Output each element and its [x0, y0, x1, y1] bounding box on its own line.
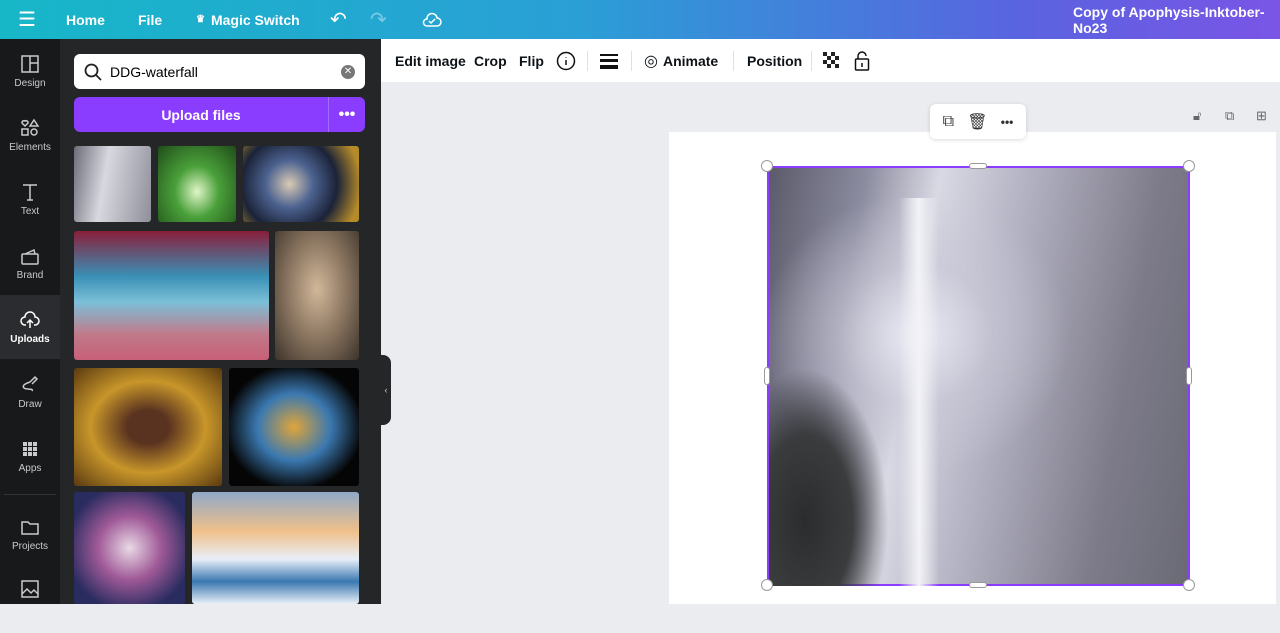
- page-duplicate-icon[interactable]: ⧉: [1225, 108, 1234, 124]
- rail-label: Design: [14, 77, 46, 89]
- folder-icon: [21, 520, 39, 535]
- resize-handle-top-right[interactable]: [1183, 160, 1195, 172]
- thumbnail-fractal-waves[interactable]: [229, 368, 359, 486]
- rail-uploads[interactable]: Uploads: [0, 295, 60, 359]
- rail-label: Text: [20, 205, 40, 217]
- search-box: ✕: [74, 54, 365, 89]
- rail-photos[interactable]: [0, 569, 60, 633]
- border-style-icon[interactable]: [600, 39, 618, 82]
- document-title[interactable]: Copy of Apophysis-Inktober-No23: [1073, 0, 1280, 39]
- flip-button[interactable]: Flip: [519, 39, 544, 82]
- more-options-button[interactable]: •••: [1001, 115, 1014, 129]
- resize-handle-bottom-right[interactable]: [1183, 579, 1195, 591]
- thumbnail-forest-waterfall[interactable]: [158, 146, 236, 222]
- rail-design[interactable]: Design: [0, 39, 60, 103]
- magic-switch-button[interactable]: ♛ Magic Switch: [196, 0, 300, 39]
- lock-icon[interactable]: [854, 39, 870, 82]
- trash-icon[interactable]: 🗑︎: [967, 112, 987, 132]
- text-icon: [23, 183, 37, 201]
- resize-handle-right[interactable]: [1186, 367, 1192, 385]
- shapes-icon: [21, 118, 40, 136]
- duplicate-icon[interactable]: ⧉: [943, 113, 954, 131]
- toolbar-divider: [631, 51, 632, 71]
- rail-apps[interactable]: Apps: [0, 424, 60, 488]
- crown-icon: ♛: [196, 14, 205, 25]
- top-bar: ☰ Home File ♛ Magic Switch ↶ ↷ Copy of Ap…: [0, 0, 1280, 39]
- upload-files-button[interactable]: Upload files •••: [74, 97, 365, 132]
- resize-handle-bottom[interactable]: [969, 582, 987, 588]
- resize-handle-left[interactable]: [764, 367, 770, 385]
- floating-element-menu: ⧉ 🗑︎ •••: [930, 104, 1026, 139]
- toolbar-divider: [811, 51, 812, 71]
- upload-files-label: Upload files: [74, 97, 329, 132]
- home-button[interactable]: Home: [66, 0, 105, 39]
- thumbnail-winter-river[interactable]: [192, 492, 359, 604]
- rail-label: Uploads: [10, 333, 50, 345]
- transparency-icon[interactable]: [823, 39, 841, 82]
- selected-waterfall-image[interactable]: [767, 166, 1190, 586]
- rail-label: Apps: [18, 462, 42, 474]
- toolbar-divider: [733, 51, 734, 71]
- side-rail: Design Elements Text Brand Uploads Draw …: [0, 39, 60, 604]
- rail-text[interactable]: Text: [0, 167, 60, 231]
- layout-icon: [21, 54, 39, 73]
- search-input[interactable]: [110, 63, 341, 80]
- search-icon: [84, 63, 102, 81]
- resize-handle-top[interactable]: [969, 163, 987, 169]
- redo-icon[interactable]: ↷: [370, 0, 387, 39]
- thumbnail-face-gold[interactable]: [243, 146, 359, 222]
- position-button[interactable]: Position: [747, 39, 802, 82]
- upload-more-button[interactable]: •••: [329, 97, 365, 132]
- info-icon[interactable]: [556, 39, 576, 82]
- edit-image-button[interactable]: Edit image: [395, 39, 466, 82]
- magic-switch-label: Magic Switch: [210, 11, 300, 28]
- thumbnail-golden-man[interactable]: [74, 368, 222, 486]
- image-icon: [21, 580, 39, 598]
- grid-icon: [23, 441, 37, 456]
- clear-search-icon[interactable]: ✕: [341, 64, 355, 79]
- animate-button[interactable]: ◎ Animate: [644, 39, 718, 82]
- rail-label: Draw: [18, 398, 42, 410]
- pen-icon: [22, 375, 39, 391]
- rail-elements[interactable]: Elements: [0, 103, 60, 167]
- resize-handle-bottom-left[interactable]: [761, 579, 773, 591]
- thumbnail-waterfall-gray[interactable]: [74, 146, 151, 222]
- thumbnail-surreal-figure[interactable]: [74, 231, 269, 360]
- undo-icon[interactable]: ↶: [330, 0, 347, 39]
- rail-label: Elements: [9, 141, 51, 153]
- cloud-upload-icon: [20, 310, 40, 328]
- rail-projects[interactable]: Projects: [0, 502, 60, 566]
- toolbar-divider: [587, 51, 588, 71]
- animate-label: Animate: [662, 52, 719, 69]
- thumbnail-portrait-woman[interactable]: [275, 231, 359, 360]
- cloud-saved-icon[interactable]: [422, 0, 442, 39]
- rail-draw[interactable]: Draw: [0, 360, 60, 424]
- add-page-icon[interactable]: ⊞: [1256, 108, 1267, 124]
- brand-icon: [21, 248, 39, 265]
- page-lock-icon[interactable]: 🔓︎: [1193, 108, 1201, 124]
- collapse-panel-handle[interactable]: ‹: [381, 355, 391, 425]
- rail-label: Brand: [16, 269, 44, 281]
- rail-label: Projects: [11, 540, 49, 552]
- context-toolbar: Edit image Crop Flip ◎ Animate Position: [381, 39, 1280, 82]
- crop-button[interactable]: Crop: [474, 39, 507, 82]
- thumbnail-butterfly[interactable]: [74, 492, 185, 604]
- file-menu[interactable]: File: [138, 0, 162, 39]
- menu-icon[interactable]: ☰: [18, 0, 36, 39]
- uploads-panel: ✕ Upload files •••: [60, 39, 381, 604]
- resize-handle-top-left[interactable]: [761, 160, 773, 172]
- rail-brand[interactable]: Brand: [0, 231, 60, 295]
- rail-divider: [4, 494, 56, 495]
- animate-icon: ◎: [644, 52, 658, 70]
